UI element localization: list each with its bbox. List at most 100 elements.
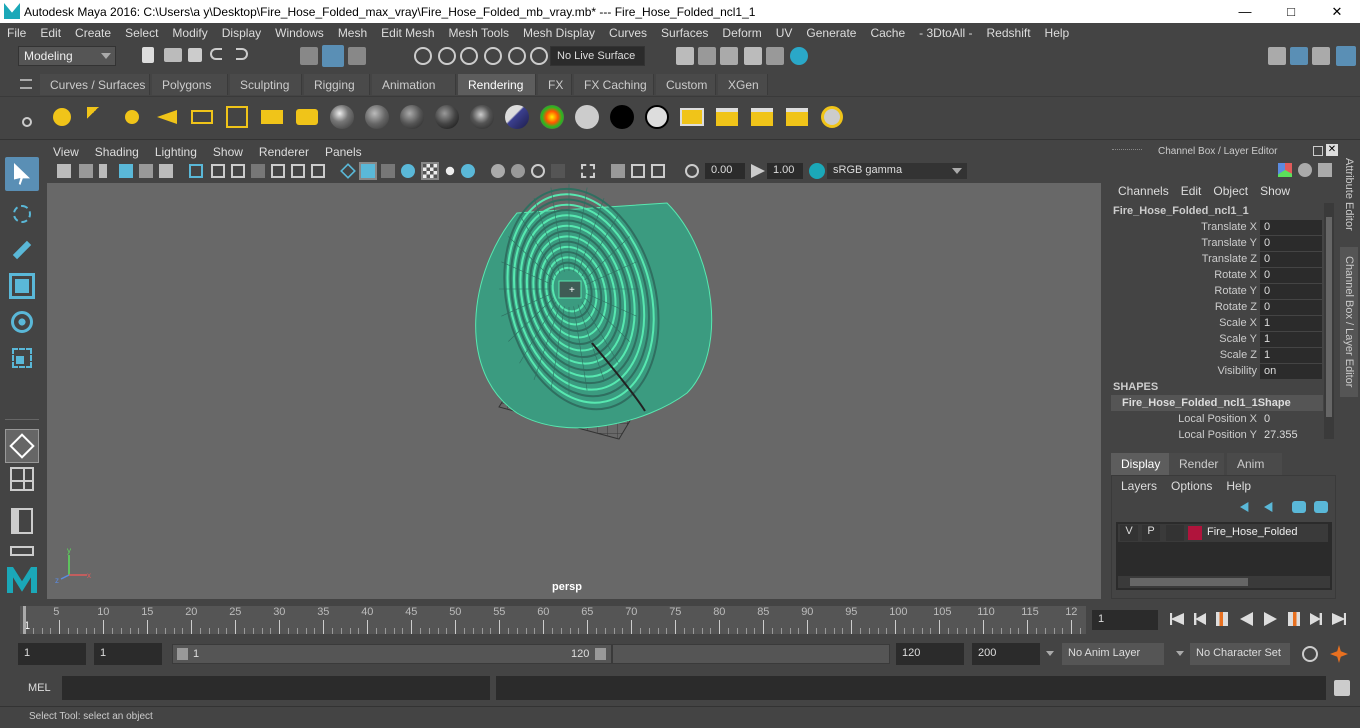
select-object-icon[interactable]	[322, 45, 344, 67]
point-light-icon[interactable]	[118, 103, 146, 131]
channel-row-scale-z[interactable]: Scale Z1	[1108, 348, 1323, 364]
channel-value[interactable]: on	[1260, 364, 1322, 379]
chevron-down-icon[interactable]	[1176, 651, 1184, 656]
playback-end-field[interactable]: 120	[896, 643, 964, 665]
shape-name-row[interactable]: Fire_Hose_Folded_ncl1_1Shape	[1111, 395, 1323, 411]
workspace-icon[interactable]	[1268, 47, 1286, 65]
menu-edit[interactable]: Edit	[33, 26, 68, 40]
camera-icon[interactable]	[258, 103, 286, 131]
range-slider[interactable]: 1 120	[172, 644, 612, 664]
exposure-icon[interactable]	[685, 164, 699, 178]
channel-row-translate-z[interactable]: Translate Z0	[1108, 252, 1323, 268]
channel-menu-channels[interactable]: Channels	[1112, 184, 1175, 200]
menu-display[interactable]: Display	[215, 26, 268, 40]
menu-help[interactable]: Help	[1038, 26, 1077, 40]
layer-display-type[interactable]	[1166, 525, 1184, 541]
channel-row-scale-y[interactable]: Scale Y1	[1108, 332, 1323, 348]
menu-modify[interactable]: Modify	[165, 26, 214, 40]
spot-light-icon[interactable]	[153, 103, 181, 131]
menu-redshift[interactable]: Redshift	[980, 26, 1038, 40]
select-tool-icon[interactable]	[5, 157, 39, 191]
ambient-light-icon[interactable]	[223, 103, 251, 131]
play-forward-icon[interactable]	[1264, 612, 1277, 626]
layer-menu-options[interactable]: Options	[1164, 479, 1219, 495]
safe-action-icon[interactable]	[291, 164, 305, 178]
range-handle-left[interactable]	[177, 648, 188, 660]
render-settings-icon[interactable]	[676, 47, 694, 65]
menu-mesh-display[interactable]: Mesh Display	[516, 26, 602, 40]
lasso-tool-icon[interactable]	[5, 197, 39, 231]
channel-value[interactable]: 1	[1260, 316, 1322, 331]
render-current-frame-icon[interactable]	[748, 103, 776, 131]
black-shader-icon[interactable]	[608, 103, 636, 131]
channel-value[interactable]: 1	[1260, 332, 1322, 347]
single-perspective-layout-icon[interactable]	[5, 429, 39, 463]
go-to-start-icon[interactable]	[1170, 613, 1184, 625]
move-tool-icon[interactable]	[5, 269, 39, 303]
range-track[interactable]	[612, 644, 890, 664]
channel-value[interactable]: 1	[1260, 348, 1322, 363]
menu-generate[interactable]: Generate	[799, 26, 863, 40]
menu-3dtoall[interactable]: - 3DtoAll -	[912, 26, 979, 40]
render-frame-icon[interactable]	[698, 47, 716, 65]
live-surface-field[interactable]: No Live Surface	[550, 46, 645, 66]
bookmark-icon[interactable]	[99, 164, 107, 178]
cb-scrollbar-thumb[interactable]	[1326, 217, 1332, 417]
layer-tab-render[interactable]: Render	[1169, 453, 1224, 475]
snap-point-icon[interactable]	[460, 47, 478, 65]
channel-row-rotate-z[interactable]: Rotate Z0	[1108, 300, 1323, 316]
shelf-gear-icon[interactable]	[22, 117, 32, 127]
shape-row-local-position-x[interactable]: Local Position X0	[1108, 412, 1323, 428]
render-layer-icon[interactable]	[713, 103, 741, 131]
anim-layer-dropdown[interactable]: No Anim Layer	[1062, 643, 1164, 665]
channel-menu-show[interactable]: Show	[1254, 184, 1296, 200]
layer-playback-toggle[interactable]: P	[1142, 525, 1160, 541]
channel-row-translate-y[interactable]: Translate Y0	[1108, 236, 1323, 252]
menu-edit-mesh[interactable]: Edit Mesh	[374, 26, 441, 40]
wireframe-icon[interactable]	[340, 163, 356, 179]
command-input[interactable]	[62, 676, 490, 700]
isolate-select-icon[interactable]	[581, 164, 595, 178]
layer-visibility-toggle[interactable]: V	[1120, 525, 1138, 541]
select-component-icon[interactable]	[348, 47, 366, 65]
toolbox-more-icon[interactable]	[5, 541, 39, 561]
current-frame-field[interactable]: 1	[1092, 610, 1158, 630]
time-slider[interactable]: 5 10 15 20 25 30 35 40 45 50 55 60 65 70 75 80 85 90 95 100…	[0, 604, 1360, 636]
render-sequence-icon[interactable]	[790, 47, 808, 65]
redo-icon[interactable]	[236, 48, 248, 60]
shelf-tab-xgen[interactable]: XGen	[718, 74, 768, 95]
character-set-dropdown[interactable]: No Character Set	[1190, 643, 1290, 665]
blinn-material-icon[interactable]	[328, 103, 356, 131]
new-scene-icon[interactable]	[142, 47, 154, 63]
playback-start-field[interactable]: 1	[94, 643, 162, 665]
layer-tab-anim[interactable]: Anim	[1227, 453, 1282, 475]
channel-box-toggle-icon[interactable]	[1336, 46, 1356, 66]
grid-toggle-icon[interactable]	[189, 164, 203, 178]
multisample-aa-icon[interactable]	[531, 164, 545, 178]
viewport-menu-view[interactable]: View	[45, 145, 87, 159]
select-hierarchy-icon[interactable]	[300, 47, 318, 65]
channel-value[interactable]: 0	[1260, 236, 1322, 251]
channel-row-rotate-x[interactable]: Rotate X0	[1108, 268, 1323, 284]
channel-value[interactable]: 0	[1260, 220, 1322, 235]
phong-material-icon[interactable]	[398, 103, 426, 131]
channel-value[interactable]: 0	[1260, 412, 1322, 427]
directional-light-icon[interactable]	[83, 103, 111, 131]
shelf-options-icon[interactable]	[20, 79, 32, 89]
channel-row-scale-x[interactable]: Scale X1	[1108, 316, 1323, 332]
layer-menu-help[interactable]: Help	[1219, 479, 1258, 495]
xray-components-icon[interactable]	[651, 164, 665, 178]
viewport-menu-shading[interactable]: Shading	[87, 145, 147, 159]
channel-value[interactable]: 0	[1260, 300, 1322, 315]
use-background-shader-icon[interactable]	[643, 103, 671, 131]
shelf-tab-rendering[interactable]: Rendering	[458, 74, 536, 95]
magnet-icon[interactable]	[530, 47, 548, 65]
channel-row-rotate-y[interactable]: Rotate Y0	[1108, 284, 1323, 300]
menu-deform[interactable]: Deform	[715, 26, 768, 40]
film-gate-icon[interactable]	[211, 164, 225, 178]
select-camera-icon[interactable]	[57, 164, 71, 178]
channel-row-translate-x[interactable]: Translate X0	[1108, 220, 1323, 236]
gamma-icon[interactable]	[751, 164, 765, 178]
xray-icon[interactable]	[611, 164, 625, 178]
animation-end-field[interactable]: 200	[972, 643, 1040, 665]
